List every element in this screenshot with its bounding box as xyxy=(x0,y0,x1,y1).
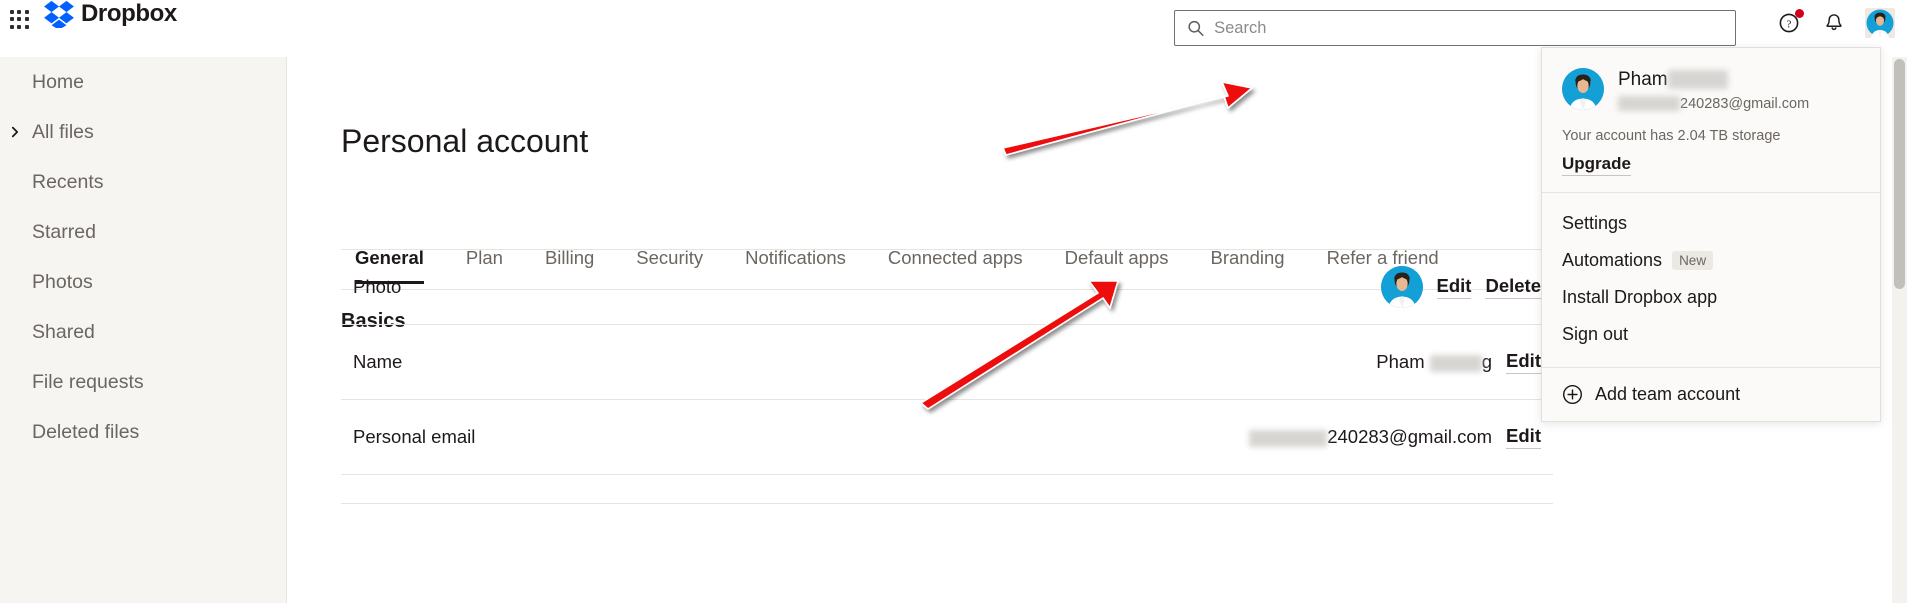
menu-item-label: Sign out xyxy=(1562,323,1629,344)
profile-photo[interactable] xyxy=(1380,266,1423,308)
sidebar-item-label: Shared xyxy=(32,320,95,343)
sidebar-item-label: Recents xyxy=(32,170,104,193)
add-team-account-button[interactable]: Add team account xyxy=(1542,368,1880,421)
add-team-account-label: Add team account xyxy=(1595,383,1741,404)
sidebar-item-deleted-files[interactable]: Deleted files xyxy=(0,407,286,457)
sidebar-item-label: Photos xyxy=(32,270,93,293)
search-input[interactable] xyxy=(1214,18,1723,38)
menu-item-automations[interactable]: Automations New xyxy=(1542,242,1880,279)
account-dropdown-menu: Pham 240283@gmail.com Your account has 2… xyxy=(1541,47,1881,422)
row-label: Name xyxy=(353,351,403,372)
email-value-suffix: 240283@gmail.com xyxy=(1327,426,1493,447)
basics-rows: Photo Edit Delete Name Pham g Edit Perso… xyxy=(341,153,1553,504)
sidebar-item-label: File requests xyxy=(32,370,144,393)
row-label: Photo xyxy=(353,276,402,297)
menu-item-settings[interactable]: Settings xyxy=(1542,205,1880,242)
top-bar-icon-group: ? xyxy=(1777,8,1895,38)
sidebar-item-all-files[interactable]: All files xyxy=(0,107,286,157)
new-badge: New xyxy=(1672,250,1714,270)
search-box[interactable] xyxy=(1174,10,1736,46)
sidebar-item-file-requests[interactable]: File requests xyxy=(0,357,286,407)
account-identity: Pham 240283@gmail.com xyxy=(1618,68,1809,112)
account-storage-text: Your account has 2.04 TB storage xyxy=(1562,127,1781,144)
dropbox-logo-link[interactable]: Dropbox xyxy=(44,0,177,28)
svg-text:?: ? xyxy=(1787,19,1792,31)
table-row-name: Name Pham g Edit xyxy=(341,324,1553,399)
user-avatar-icon xyxy=(1380,266,1423,308)
photo-edit-button[interactable]: Edit xyxy=(1436,275,1472,299)
sidebar-item-recents[interactable]: Recents xyxy=(0,157,286,207)
account-menu-list: Settings Automations New Install Dropbox… xyxy=(1542,193,1880,367)
menu-item-sign-out[interactable]: Sign out xyxy=(1542,316,1880,353)
user-avatar-button[interactable] xyxy=(1865,8,1895,38)
sidebar-item-label: Starred xyxy=(32,220,96,243)
user-avatar-icon xyxy=(1865,8,1895,38)
table-row-spacer xyxy=(341,474,1553,504)
brand-name: Dropbox xyxy=(81,0,177,27)
page-scrollbar[interactable] xyxy=(1892,57,1907,603)
bell-icon[interactable] xyxy=(1821,10,1847,36)
row-actions: 240283@gmail.com Edit xyxy=(1249,425,1541,449)
plus-circle-icon xyxy=(1563,384,1582,404)
account-name: Pham xyxy=(1618,68,1809,92)
sidebar-item-photos[interactable]: Photos xyxy=(0,257,286,307)
redacted-name xyxy=(1667,70,1728,90)
account-email-suffix: 240283@gmail.com xyxy=(1680,95,1810,112)
apps-grid-icon[interactable] xyxy=(10,10,30,30)
dropbox-account-settings-page: Dropbox ? xyxy=(0,0,1907,603)
sidebar-item-label: Deleted files xyxy=(32,420,140,443)
user-avatar-icon xyxy=(1562,68,1604,110)
account-email: 240283@gmail.com xyxy=(1618,96,1809,112)
name-edit-button[interactable]: Edit xyxy=(1506,350,1541,374)
account-dropdown-header: Pham 240283@gmail.com xyxy=(1542,48,1880,120)
row-actions: Pham g Edit xyxy=(1376,350,1541,374)
sidebar-item-label: All files xyxy=(32,120,94,143)
row-label: Personal email xyxy=(353,426,476,447)
dropdown-avatar xyxy=(1562,68,1604,110)
table-row-personal-email: Personal email 240283@gmail.com Edit xyxy=(341,399,1553,474)
sidebar-item-home[interactable]: Home xyxy=(0,57,286,107)
menu-item-label: Settings xyxy=(1562,212,1628,233)
dropbox-logo-icon xyxy=(44,0,74,28)
redacted-name xyxy=(1429,354,1482,372)
name-value: Pham g xyxy=(1376,351,1492,373)
search-icon xyxy=(1188,20,1204,36)
sidebar-item-starred[interactable]: Starred xyxy=(0,207,286,257)
notification-dot xyxy=(1795,9,1804,18)
row-actions: Edit Delete xyxy=(1380,266,1541,308)
redacted-email xyxy=(1249,429,1328,447)
chevron-right-icon[interactable] xyxy=(8,125,22,139)
email-edit-button[interactable]: Edit xyxy=(1506,425,1541,449)
help-circle-icon[interactable]: ? xyxy=(1777,9,1804,36)
photo-delete-button[interactable]: Delete xyxy=(1485,275,1541,299)
scrollbar-thumb[interactable] xyxy=(1894,59,1905,289)
left-sidebar: Home All files Recents Starred Photos Sh… xyxy=(0,57,287,603)
menu-item-label: Install Dropbox app xyxy=(1562,286,1718,307)
account-name-prefix: Pham xyxy=(1618,69,1668,90)
redacted-email xyxy=(1618,96,1680,112)
sidebar-item-shared[interactable]: Shared xyxy=(0,307,286,357)
name-value-suffix: g xyxy=(1481,351,1493,372)
table-row-photo: Photo Edit Delete xyxy=(341,249,1553,324)
upgrade-link[interactable]: Upgrade xyxy=(1562,154,1631,176)
sidebar-item-label: Home xyxy=(32,70,85,93)
email-value: 240283@gmail.com xyxy=(1249,426,1492,448)
name-value-prefix: Pham xyxy=(1376,351,1430,372)
menu-item-install-dropbox-app[interactable]: Install Dropbox app xyxy=(1542,279,1880,316)
menu-item-label: Automations xyxy=(1562,249,1663,270)
